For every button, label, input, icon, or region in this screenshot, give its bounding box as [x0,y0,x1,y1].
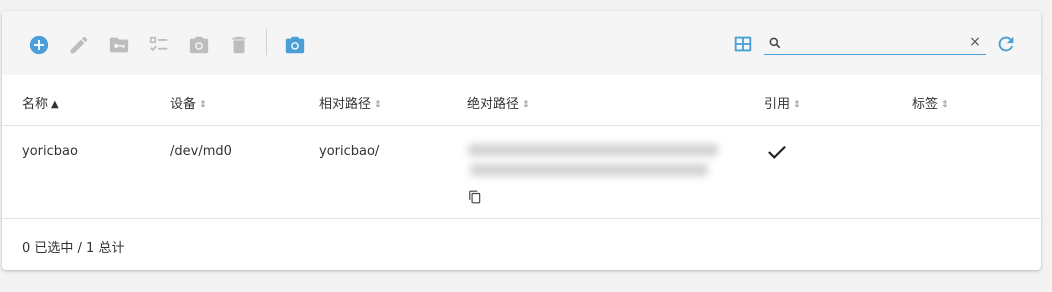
sort-icon: ⇕ [793,100,801,110]
trash-icon [232,36,246,54]
toolbar-divider [266,29,267,55]
folder-key-icon [109,37,129,53]
checklist-icon [149,36,168,52]
folder-key-button[interactable] [107,33,131,57]
selection-summary: 0 已选中 / 1 总计 [22,241,125,256]
sort-icon: ⇕ [199,100,207,110]
toolbar: × [2,11,1041,75]
cell-relative-path: yoricbao/ [319,144,380,159]
sort-icon: ⇕ [374,100,382,110]
table-row[interactable]: yoricbao /dev/md0 yoricbao/ [2,126,1041,219]
delete-button[interactable] [227,33,251,57]
cell-device: /dev/md0 [170,144,232,159]
column-header-device[interactable]: 设备 ⇕ [170,93,207,112]
search-icon [769,37,781,49]
search-box: × [764,32,986,55]
check-icon [768,145,786,159]
sort-asc-icon: ▲ [51,99,59,110]
cell-name: yoricbao [22,144,78,159]
view-toggle-button[interactable] [731,32,755,56]
column-header-absolute-path[interactable]: 绝对路径 ⇕ [467,93,530,112]
copy-icon[interactable] [468,190,482,204]
snapshot-button[interactable] [283,33,307,57]
column-header-name[interactable]: 名称 ▲ [22,93,59,112]
search-input[interactable] [786,33,966,51]
table-footer: 0 已选中 / 1 总计 [2,219,1041,270]
sort-icon: ⇕ [522,100,530,110]
table-header: 名称 ▲ 设备 ⇕ 相对路径 ⇕ 绝对路径 ⇕ 引用 ⇕ 标签 ⇕ [2,75,1041,126]
grid-view-icon [734,36,752,52]
cell-absolute-path-redacted [464,138,724,182]
shared-folders-card: × 名称 ▲ 设备 ⇕ 相对路径 ⇕ 绝对路径 ⇕ 引用 ⇕ 标签 ⇕ yoricbao /… [2,11,1041,270]
add-button[interactable] [27,33,51,57]
camera-icon [189,36,209,54]
camera-icon [285,36,305,54]
plus-circle-icon [29,35,49,55]
camera-button[interactable] [187,33,211,57]
column-header-relative-path[interactable]: 相对路径 ⇕ [319,93,382,112]
column-header-referenced[interactable]: 引用 ⇕ [764,93,801,112]
column-header-tags[interactable]: 标签 ⇕ [912,93,949,112]
edit-button[interactable] [67,33,91,57]
clear-search-button[interactable]: × [968,33,982,51]
sort-icon: ⇕ [941,100,949,110]
pencil-icon [70,36,88,54]
refresh-icon [998,36,1014,52]
refresh-button[interactable] [994,32,1018,56]
checklist-button[interactable] [147,33,171,57]
